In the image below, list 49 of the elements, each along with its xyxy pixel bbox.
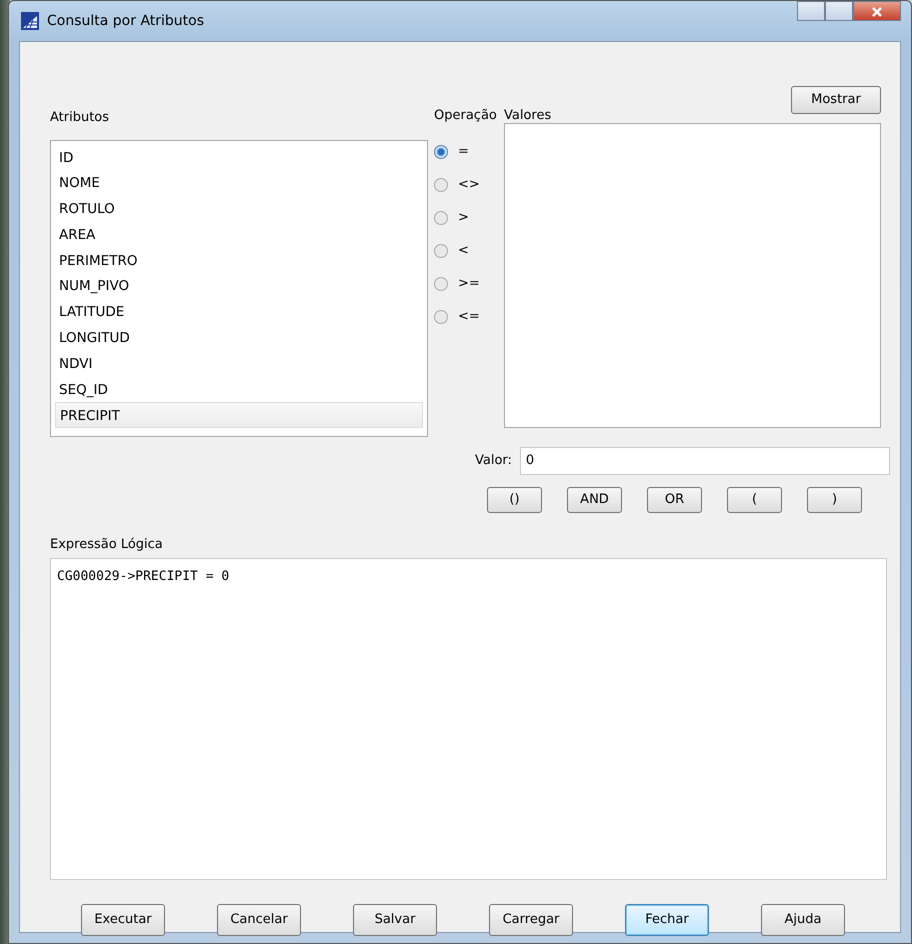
operator-button[interactable]: OR [647,486,702,512]
value-field[interactable]: 0 [520,446,890,474]
radio-button[interactable] [434,244,448,258]
close-icon [871,6,883,18]
operation-label: Operação [434,107,498,125]
operator-label: = [458,143,469,162]
attribute-item[interactable]: PERIMETRO [55,248,423,274]
value-label: Valor: [475,452,512,470]
attribute-item[interactable]: ROTULO [55,196,423,222]
grid-app-icon [21,12,39,30]
show-button[interactable]: Mostrar [791,86,881,114]
attribute-item[interactable]: NOME [55,170,423,196]
operator-label: <> [458,176,480,194]
values-label: Valores [504,107,552,125]
operator-label: > [458,209,469,228]
radio-button[interactable] [434,310,448,324]
attributes-list[interactable]: ID NOME ROTULO AREA PERIMETRO NUM_PIVO LATITUDE LONGITUD NDVI SEQ_ID PRECIPIT [50,140,428,436]
operator-label: < [458,242,469,260]
attribute-item[interactable]: LATITUDE [55,299,423,326]
close-button[interactable] [853,1,901,21]
dialog-button[interactable]: Ajuda [761,904,845,936]
radio-button[interactable] [434,277,448,291]
attribute-item[interactable]: LONGITUD [55,325,423,351]
attribute-item[interactable]: AREA [55,222,423,248]
radio-button[interactable] [434,145,448,159]
operator-button[interactable]: ( [727,486,782,512]
operator-label: <= [458,308,480,326]
attribute-item[interactable]: SEQ_ID [55,376,423,402]
dialog-button[interactable]: Salvar [353,904,437,936]
operator-button[interactable]: AND [567,486,622,512]
radio-button[interactable] [434,178,448,192]
maximize-button[interactable] [825,1,853,21]
operator-label: >= [458,275,480,294]
attribute-item[interactable]: PRECIPIT [55,402,423,428]
attribute-item[interactable]: NDVI [55,350,423,377]
attribute-item[interactable]: NUM_PIVO [55,273,423,300]
operator-button[interactable]: ) [807,486,862,512]
radio-button[interactable] [434,211,448,225]
expression-text-area[interactable]: CG000029->PRECIPIT = 0 [50,558,887,880]
operator-button[interactable]: () [487,486,542,512]
minimize-button[interactable] [797,1,825,21]
dialog-button[interactable]: Fechar [625,904,709,936]
attribute-item[interactable]: ID [55,144,423,170]
expression-label: Expressão Lógica [50,536,164,554]
attributes-label: Atributos [50,109,110,127]
dialog-button[interactable]: Executar [81,904,165,936]
dialog-button[interactable]: Carregar [489,904,573,936]
dialog-button[interactable]: Cancelar [217,904,301,936]
window-title: Consulta por Atributos [47,12,204,30]
